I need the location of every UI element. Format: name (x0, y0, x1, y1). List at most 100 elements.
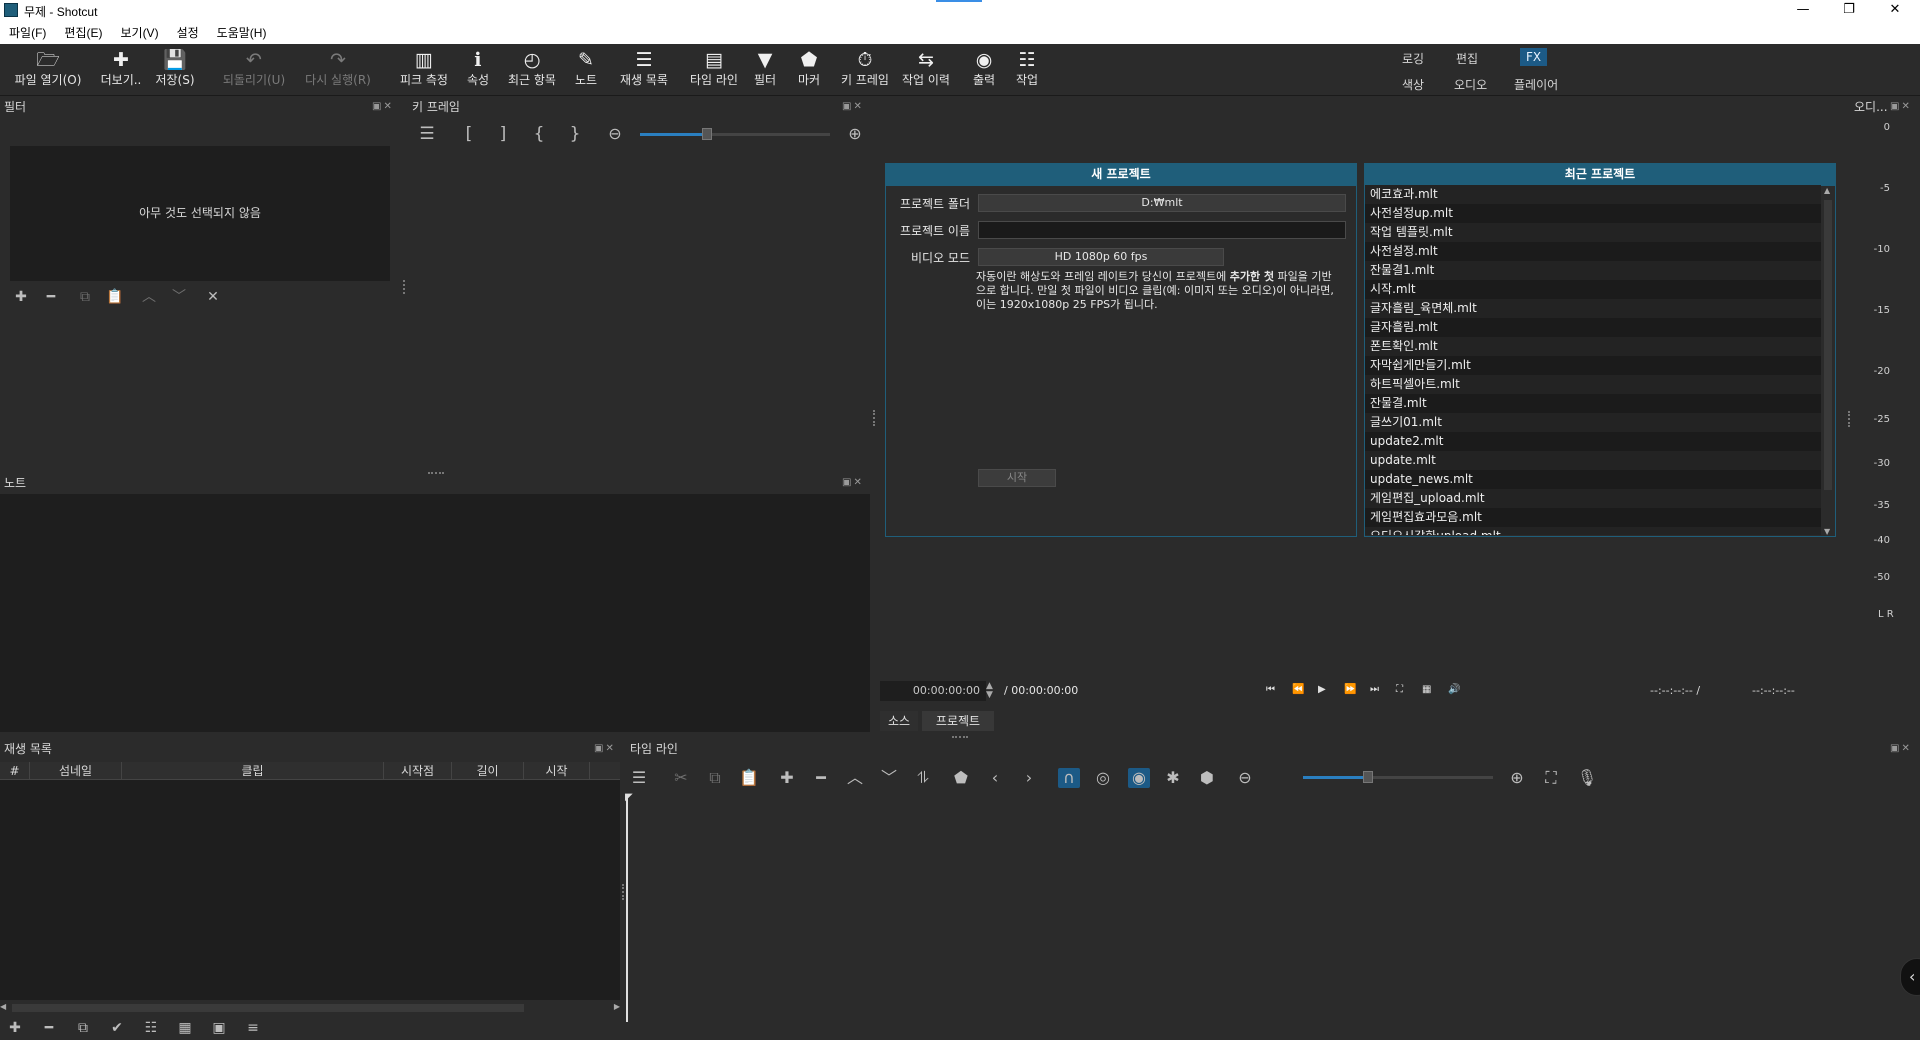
playlist-column-header[interactable]: 길이 (452, 762, 524, 780)
splitter-handle[interactable] (622, 884, 624, 900)
ripple-icon[interactable]: ◉ (1128, 768, 1150, 788)
recent-project-item[interactable]: 사전설정up.mlt (1365, 204, 1821, 223)
menu-settings[interactable]: 설정 (168, 22, 208, 44)
open-folder-button[interactable]: 🗁 파일 열기(O) (8, 48, 88, 94)
scroll-left-icon[interactable]: ◀ (0, 1002, 6, 1011)
notes-panel-float-close-icons[interactable]: ▣✕ (842, 477, 864, 488)
recent-project-item[interactable]: 에코효과.mlt (1365, 185, 1821, 204)
timeline-playhead[interactable] (626, 796, 628, 1022)
restore-icon[interactable]: ❐ (1826, 0, 1872, 22)
layout-color-button[interactable]: 색상 (1396, 74, 1430, 95)
splitter-handle[interactable] (873, 410, 875, 426)
position-timecode[interactable]: 00:00:00:00 (880, 681, 986, 701)
update-icon[interactable]: ⧉ (72, 1018, 94, 1038)
add-to-playlist-icon[interactable]: ✚ (4, 1018, 26, 1038)
recent-project-item[interactable]: 잔물결1.mlt (1365, 261, 1821, 280)
jobs-button[interactable]: ☷ 작업 (1010, 48, 1044, 94)
fast-forward-icon[interactable]: ⏩ (1344, 684, 1356, 695)
set-filter-start-icon[interactable]: [ (458, 124, 480, 144)
skip-to-end-icon[interactable]: ⏭ (1370, 684, 1379, 695)
recent-projects-list[interactable]: 에코효과.mlt 사전설정up.mlt 작업 템플릿.mlt 사전설정.mlt 잔물결1… (1365, 185, 1821, 535)
recent-project-item[interactable]: 자막쉽게만들기.mlt (1365, 356, 1821, 375)
recent-project-item[interactable]: 하트픽셀아트.mlt (1365, 375, 1821, 394)
recent-project-item[interactable]: 시작.mlt (1365, 280, 1821, 299)
paste-filter-icon[interactable]: 📋 (104, 287, 126, 307)
keyframes-panel-float-close-icons[interactable]: ▣✕ (842, 101, 864, 112)
close-icon[interactable]: ✕ (1872, 0, 1918, 22)
recent-project-item[interactable]: 글쓰기01.mlt (1365, 413, 1821, 432)
splitter-handle[interactable] (952, 736, 968, 738)
recent-project-item[interactable]: 글자흘림_육면체.mlt (1365, 299, 1821, 318)
skip-to-start-icon[interactable]: ⏮ (1266, 684, 1275, 695)
undo-button[interactable]: ↶ 되돌리기(U) (216, 48, 292, 94)
keyframes-menu-icon[interactable]: ☰ (416, 124, 438, 144)
recent-project-item[interactable]: 작업 템플릿.mlt (1365, 223, 1821, 242)
select-icon[interactable]: ✔ (106, 1018, 128, 1038)
splitter-handle[interactable] (428, 472, 444, 474)
copy-icon[interactable]: ⧉ (704, 768, 726, 788)
layout-player-button[interactable]: 플레이어 (1508, 74, 1564, 95)
copy-filter-icon[interactable]: ⧉ (74, 287, 96, 307)
timeline-zoom-out-icon[interactable]: ⊖ (1234, 768, 1256, 788)
peak-meter-button[interactable]: ▥ 피크 측정 (394, 48, 454, 94)
playlist-panel-float-close-icons[interactable]: ▣✕ (594, 743, 616, 754)
menu-view[interactable]: 보기(V) (111, 22, 167, 44)
recent-button[interactable]: ◴ 최근 항목 (504, 48, 560, 94)
history-button[interactable]: ⇆ 작업 이력 (898, 48, 954, 94)
scrub-icon[interactable]: ◎ (1092, 768, 1114, 788)
project-name-input[interactable] (978, 221, 1346, 239)
timeline-panel-float-close-icons[interactable]: ▣✕ (1890, 743, 1912, 754)
recent-project-item[interactable]: update_news.mlt (1365, 470, 1821, 489)
layout-editing-button[interactable]: 편집 (1450, 48, 1484, 69)
keyframes-zoom-handle[interactable] (702, 128, 712, 140)
toggle-zoom-icon[interactable]: ⛶ (1396, 684, 1403, 695)
move-down-icon[interactable]: ﹀ (168, 287, 190, 307)
deselect-filter-icon[interactable]: ✕ (202, 287, 224, 307)
remove-from-playlist-icon[interactable]: ━ (38, 1018, 60, 1038)
playlist-column-header[interactable]: # (0, 762, 30, 780)
recent-project-item[interactable]: update2.mlt (1365, 432, 1821, 451)
filters-panel-float-close-icons[interactable]: ▣✕ (372, 101, 394, 112)
redo-button[interactable]: ↷ 다시 실행(R) (300, 48, 376, 94)
playlist-column-header[interactable]: 클립 (122, 762, 384, 780)
layout-logging-button[interactable]: 로깅 (1396, 48, 1430, 69)
video-mode-select[interactable]: HD 1080p 60 fps (978, 248, 1224, 266)
timecode-stepper[interactable]: ▲ ▼ (986, 682, 993, 700)
snap-icon[interactable]: ∩ (1058, 768, 1080, 788)
ripple-delete-icon[interactable]: ━ (810, 768, 832, 788)
splitter-handle[interactable] (403, 280, 405, 294)
previous-marker-icon[interactable]: ‹ (984, 768, 1006, 788)
filters-list[interactable]: 아무 것도 선택되지 않음 (10, 146, 390, 281)
project-folder-field[interactable]: D:₩mlt (978, 194, 1346, 212)
recent-projects-scrollbar[interactable]: ▲ ▼ (1822, 186, 1834, 536)
recent-project-item[interactable]: 폰트확인.mlt (1365, 337, 1821, 356)
source-tab[interactable]: 소스 (880, 711, 918, 731)
recent-project-item[interactable]: 사전설정.mlt (1365, 242, 1821, 261)
filter-button[interactable]: ▼ 필터 (748, 48, 782, 94)
playlist-menu-icon[interactable]: ≡ (242, 1018, 264, 1038)
playlist-horizontal-scrollbar[interactable]: ◀ ▶ (0, 1002, 620, 1014)
lift-icon[interactable]: ︿ (844, 768, 866, 788)
menu-help[interactable]: 도움말(H) (208, 22, 276, 44)
ripple-markers-icon[interactable]: ⬢ (1196, 768, 1218, 788)
remove-filter-icon[interactable]: ━ (40, 287, 62, 307)
recent-project-item[interactable]: 글자흘림.mlt (1365, 318, 1821, 337)
split-icon[interactable]: ⥮ (912, 768, 934, 788)
rewind-icon[interactable]: ⏪ (1292, 684, 1304, 695)
collapse-side-panel-icon[interactable]: ‹ (1900, 958, 1920, 996)
notes-textarea[interactable] (0, 494, 870, 732)
add-marker-icon[interactable]: ⬟ (950, 768, 972, 788)
scroll-right-icon[interactable]: ▶ (614, 1002, 620, 1011)
keyframes-button[interactable]: ⏱ 키 프레임 (834, 48, 896, 94)
recent-project-item[interactable]: 게임편집효과모음.mlt (1365, 508, 1821, 527)
layout-fx-button[interactable]: FX (1520, 48, 1548, 66)
minimize-icon[interactable]: — (1780, 0, 1826, 22)
recent-project-item[interactable]: 게임편집_upload.mlt (1365, 489, 1821, 508)
menu-edit[interactable]: 편집(E) (55, 22, 111, 44)
splitter-handle[interactable] (1848, 411, 1850, 427)
add-filter-icon[interactable]: ✚ (10, 287, 32, 307)
notes-button[interactable]: ✎ 노트 (570, 48, 602, 94)
playlist-column-header[interactable]: 시작점 (384, 762, 452, 780)
append-icon[interactable]: ✚ (776, 768, 798, 788)
grid-icon[interactable]: ▦ (1422, 684, 1431, 695)
